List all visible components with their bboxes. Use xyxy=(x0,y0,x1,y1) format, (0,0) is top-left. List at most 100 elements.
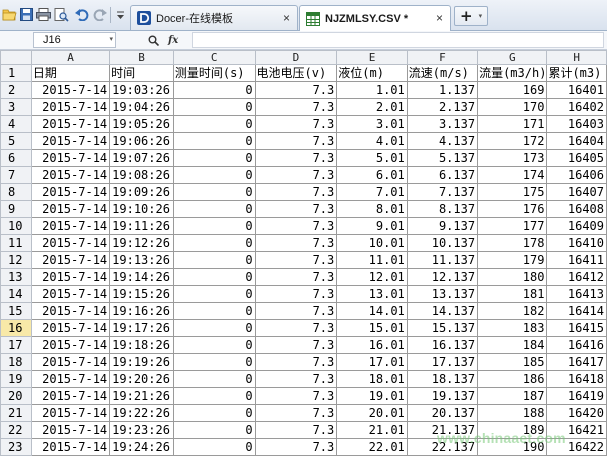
column-header[interactable]: H xyxy=(546,50,607,65)
data-cell[interactable]: 19:19:26 xyxy=(109,353,174,371)
data-cell[interactable]: 2015-7-14 xyxy=(30,387,111,405)
data-cell[interactable]: 18.01 xyxy=(336,370,408,388)
data-cell[interactable]: 22.01 xyxy=(336,438,408,456)
data-cell[interactable]: 12.137 xyxy=(406,268,479,286)
data-cell[interactable]: 16410 xyxy=(546,234,607,252)
data-cell[interactable]: 173 xyxy=(477,149,548,167)
row-header[interactable]: 16 xyxy=(0,319,32,337)
data-cell[interactable]: 0 xyxy=(172,438,256,456)
customize-dropdown-icon[interactable] xyxy=(113,7,128,22)
data-cell[interactable]: 7.3 xyxy=(254,115,338,133)
header-cell[interactable]: 流量(m3/h) xyxy=(477,64,548,82)
data-cell[interactable]: 19.137 xyxy=(406,387,479,405)
row-header[interactable]: 20 xyxy=(0,387,32,405)
data-cell[interactable]: 19:14:26 xyxy=(109,268,174,286)
data-cell[interactable]: 2015-7-14 xyxy=(30,268,111,286)
data-cell[interactable]: 20.137 xyxy=(406,404,479,422)
data-cell[interactable]: 19:24:26 xyxy=(109,438,174,456)
data-cell[interactable]: 7.3 xyxy=(254,319,338,337)
data-cell[interactable]: 0 xyxy=(172,302,256,320)
data-cell[interactable]: 2015-7-14 xyxy=(30,183,111,201)
data-cell[interactable]: 16.01 xyxy=(336,336,408,354)
data-cell[interactable]: 7.3 xyxy=(254,200,338,218)
data-cell[interactable]: 8.01 xyxy=(336,200,408,218)
data-cell[interactable]: 20.01 xyxy=(336,404,408,422)
data-cell[interactable]: 19:07:26 xyxy=(109,149,174,167)
data-cell[interactable]: 19:20:26 xyxy=(109,370,174,388)
data-cell[interactable]: 0 xyxy=(172,132,256,150)
data-cell[interactable]: 16416 xyxy=(546,336,607,354)
select-all-corner[interactable] xyxy=(0,50,32,65)
data-cell[interactable]: 16413 xyxy=(546,285,607,303)
data-cell[interactable]: 0 xyxy=(172,217,256,235)
column-header[interactable]: C xyxy=(172,50,256,65)
data-cell[interactable]: 19:22:26 xyxy=(109,404,174,422)
data-cell[interactable]: 19:04:26 xyxy=(109,98,174,116)
data-cell[interactable]: 19:17:26 xyxy=(109,319,174,337)
spreadsheet-grid[interactable]: A B C D E F G H 1 日期 时间 测量时间(s) 电池电压(v) 液位(m)… xyxy=(0,50,607,456)
data-cell[interactable]: 10.01 xyxy=(336,234,408,252)
data-cell[interactable]: 19:21:26 xyxy=(109,387,174,405)
data-cell[interactable]: 2015-7-14 xyxy=(30,404,111,422)
data-cell[interactable]: 16412 xyxy=(546,268,607,286)
data-cell[interactable]: 14.01 xyxy=(336,302,408,320)
data-cell[interactable]: 176 xyxy=(477,200,548,218)
data-cell[interactable]: 7.3 xyxy=(254,336,338,354)
header-cell[interactable]: 液位(m) xyxy=(336,64,408,82)
data-cell[interactable]: 12.01 xyxy=(336,268,408,286)
row-header[interactable]: 22 xyxy=(0,421,32,439)
column-header[interactable]: D xyxy=(254,50,338,65)
data-cell[interactable]: 2015-7-14 xyxy=(30,200,111,218)
header-cell[interactable]: 测量时间(s) xyxy=(172,64,256,82)
data-cell[interactable]: 0 xyxy=(172,98,256,116)
row-header[interactable]: 9 xyxy=(0,200,32,218)
new-tab-button[interactable]: + ▾ xyxy=(454,6,488,26)
data-cell[interactable]: 3.137 xyxy=(406,115,479,133)
data-cell[interactable]: 21.137 xyxy=(406,421,479,439)
data-cell[interactable]: 2015-7-14 xyxy=(30,336,111,354)
row-header[interactable]: 1 xyxy=(0,64,32,82)
data-cell[interactable]: 16415 xyxy=(546,319,607,337)
data-cell[interactable]: 0 xyxy=(172,234,256,252)
data-cell[interactable]: 7.3 xyxy=(254,217,338,235)
data-cell[interactable]: 19:10:26 xyxy=(109,200,174,218)
data-cell[interactable]: 7.3 xyxy=(254,81,338,99)
header-cell[interactable]: 日期 xyxy=(30,64,111,82)
data-cell[interactable]: 16409 xyxy=(546,217,607,235)
data-cell[interactable]: 2015-7-14 xyxy=(30,302,111,320)
row-header[interactable]: 18 xyxy=(0,353,32,371)
chevron-down-icon[interactable]: ▾ xyxy=(109,33,113,47)
data-cell[interactable]: 7.01 xyxy=(336,183,408,201)
data-cell[interactable]: 2015-7-14 xyxy=(30,421,111,439)
data-cell[interactable]: 3.01 xyxy=(336,115,408,133)
row-header[interactable]: 5 xyxy=(0,132,32,150)
data-cell[interactable]: 19:09:26 xyxy=(109,183,174,201)
data-cell[interactable]: 0 xyxy=(172,149,256,167)
data-cell[interactable]: 0 xyxy=(172,183,256,201)
header-cell[interactable]: 流速(m/s) xyxy=(406,64,479,82)
data-cell[interactable]: 4.01 xyxy=(336,132,408,150)
data-cell[interactable]: 169 xyxy=(477,81,548,99)
data-cell[interactable]: 5.137 xyxy=(406,149,479,167)
data-cell[interactable]: 2015-7-14 xyxy=(30,319,111,337)
data-cell[interactable]: 7.3 xyxy=(254,268,338,286)
row-header[interactable]: 7 xyxy=(0,166,32,184)
data-cell[interactable]: 0 xyxy=(172,115,256,133)
row-header[interactable]: 19 xyxy=(0,370,32,388)
data-cell[interactable]: 2015-7-14 xyxy=(30,149,111,167)
data-cell[interactable]: 16408 xyxy=(546,200,607,218)
row-header[interactable]: 12 xyxy=(0,251,32,269)
data-cell[interactable]: 171 xyxy=(477,115,548,133)
data-cell[interactable]: 182 xyxy=(477,302,548,320)
save-icon[interactable] xyxy=(19,7,34,22)
data-cell[interactable]: 19.01 xyxy=(336,387,408,405)
data-cell[interactable]: 0 xyxy=(172,387,256,405)
data-cell[interactable]: 7.137 xyxy=(406,183,479,201)
data-cell[interactable]: 16402 xyxy=(546,98,607,116)
data-cell[interactable]: 2015-7-14 xyxy=(30,370,111,388)
row-header[interactable]: 10 xyxy=(0,217,32,235)
data-cell[interactable]: 7.3 xyxy=(254,166,338,184)
data-cell[interactable]: 7.3 xyxy=(254,149,338,167)
data-cell[interactable]: 185 xyxy=(477,353,548,371)
tab-njzmlsy-csv[interactable]: NJZMLSY.CSV * × xyxy=(299,5,451,31)
